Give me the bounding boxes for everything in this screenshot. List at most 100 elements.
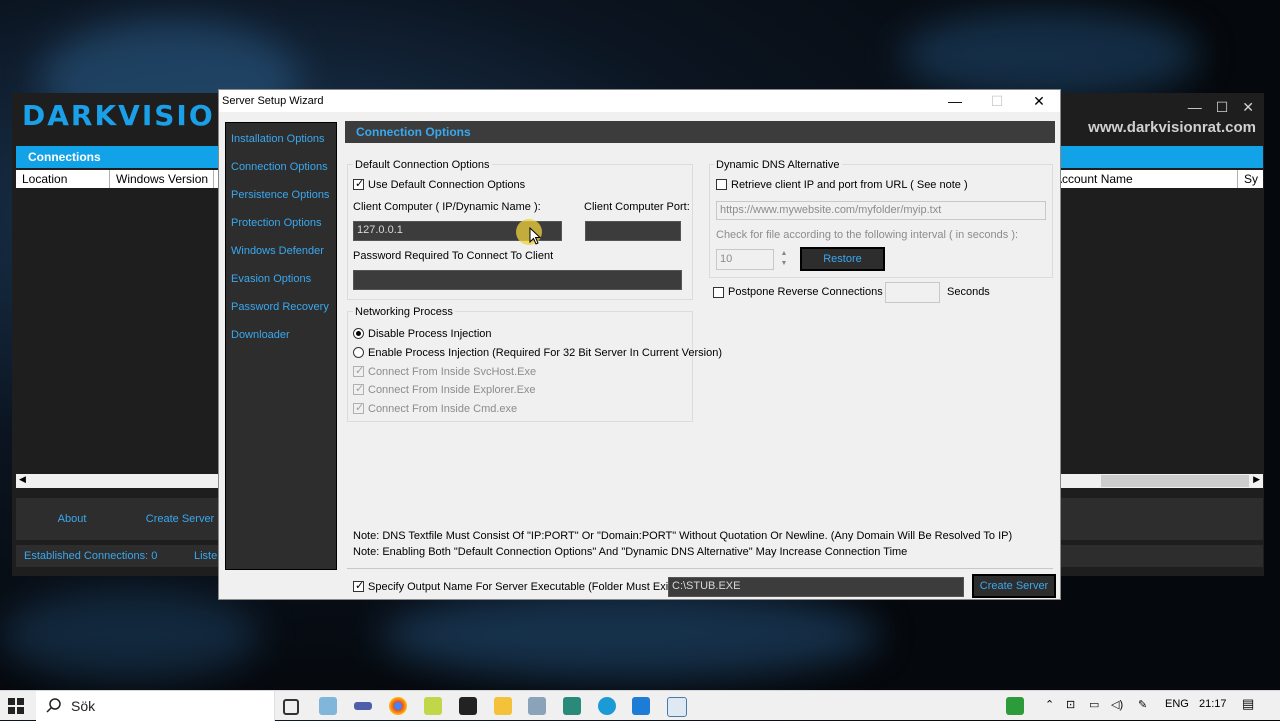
tray-app-icon[interactable] [1006, 697, 1024, 715]
use-default-label: Use Default Connection Options [368, 179, 526, 191]
checkmark-icon: ✓ [355, 580, 365, 592]
restore-button[interactable]: Restore [800, 247, 885, 271]
scroll-left-icon[interactable]: ◀ [19, 474, 26, 485]
postpone-input[interactable] [885, 282, 940, 303]
smoke-decoration [380, 590, 880, 680]
client-computer-label: Client Computer ( IP/Dynamic Name ): [353, 201, 541, 213]
app-icon-1[interactable] [319, 697, 337, 715]
use-default-checkbox[interactable]: ✓ [353, 178, 365, 190]
maximize-icon: ☐ [990, 93, 1004, 109]
explorer-label: Connect From Inside Explorer.Exe [368, 384, 536, 396]
active-window-icon[interactable] [667, 697, 687, 717]
maximize-icon[interactable]: ☐ [1216, 99, 1229, 116]
enable-injection-label: Enable Process Injection (Required For 3… [368, 347, 722, 359]
postpone-label: Postpone Reverse Connections [728, 286, 883, 298]
smoke-decoration [0, 590, 260, 680]
create-server-main-button[interactable]: Create Server [130, 500, 230, 538]
checkmark-icon: ✓ [355, 365, 365, 377]
file-explorer-icon[interactable] [494, 697, 512, 715]
column-header-location[interactable]: Location [16, 170, 110, 188]
client-port-label: Client Computer Port: [584, 201, 690, 213]
dynamic-dns-group-title: Dynamic DNS Alternative [714, 159, 842, 171]
close-icon[interactable]: ✕ [1242, 99, 1254, 116]
explorer-checkbox: ✓ [353, 383, 365, 395]
scrollbar-thumb[interactable] [1101, 475, 1249, 487]
column-header-account-name[interactable]: Account Name [1048, 170, 1238, 188]
client-port-input[interactable] [585, 221, 681, 241]
pen-icon[interactable]: ✎ [1138, 698, 1147, 711]
volume-icon[interactable]: ◁) [1111, 698, 1123, 711]
network-icon[interactable]: ⊡ [1066, 698, 1075, 711]
password-input[interactable] [353, 270, 682, 290]
search-icon [46, 698, 61, 713]
checkmark-icon: ✓ [355, 178, 365, 190]
checkmark-icon: ✓ [355, 383, 365, 395]
app-icon-2[interactable] [354, 702, 372, 710]
wizard-nav: Installation Options Connection Options … [225, 122, 337, 570]
nav-protection-options[interactable]: Protection Options [231, 217, 322, 229]
stepper-down-icon[interactable]: ▼ [777, 259, 791, 269]
windows-taskbar: Sök ⌃ ⊡ ▭ ◁) ✎ ENG 21:17 ▤ [0, 690, 1280, 721]
output-name-input[interactable]: C:\STUB.EXE [668, 577, 964, 597]
stepper-up-icon[interactable]: ▲ [777, 249, 791, 259]
dns-url-input[interactable]: https://www.mywebsite.com/myfolder/myip.… [716, 201, 1046, 220]
dialog-title: Server Setup Wizard [222, 95, 324, 107]
terminal-icon[interactable] [459, 697, 477, 715]
edge-icon[interactable] [598, 697, 616, 715]
nav-persistence-options[interactable]: Persistence Options [231, 189, 329, 201]
disable-injection-radio[interactable] [353, 328, 364, 339]
notepad-icon[interactable] [424, 697, 442, 715]
minimize-icon[interactable]: — [1188, 99, 1202, 116]
language-indicator[interactable]: ENG [1165, 698, 1189, 710]
divider [347, 568, 1053, 569]
output-name-checkbox[interactable]: ✓ [353, 580, 365, 592]
server-setup-wizard-dialog: Server Setup Wizard — ☐ ✕ Installation O… [218, 89, 1061, 600]
nav-password-recovery[interactable]: Password Recovery [231, 301, 329, 313]
close-icon[interactable]: ✕ [1017, 90, 1061, 112]
section-header: Connection Options [345, 121, 1055, 143]
display-icon[interactable]: ▭ [1089, 698, 1099, 711]
interval-stepper[interactable]: ▲ ▼ [777, 249, 791, 270]
app-icon-4[interactable] [563, 697, 581, 715]
store-icon[interactable] [632, 697, 650, 715]
postpone-checkbox[interactable] [713, 287, 724, 298]
nav-downloader[interactable]: Downloader [231, 329, 290, 341]
cmd-checkbox: ✓ [353, 402, 365, 414]
default-connection-group-title: Default Connection Options [353, 159, 492, 171]
note-dns-textfile: Note: DNS Textfile Must Consist Of "IP:P… [353, 530, 1013, 542]
interval-input[interactable]: 10 [716, 249, 774, 270]
task-view-icon[interactable] [283, 699, 299, 715]
retrieve-url-checkbox[interactable] [716, 179, 727, 190]
postpone-unit: Seconds [947, 286, 990, 298]
chevron-up-icon[interactable]: ⌃ [1045, 698, 1054, 711]
nav-connection-options[interactable]: Connection Options [231, 161, 328, 173]
password-label: Password Required To Connect To Client [353, 250, 554, 262]
interval-label: Check for file according to the followin… [716, 229, 1019, 241]
clock[interactable]: 21:17 [1199, 698, 1227, 710]
cmd-label: Connect From Inside Cmd.exe [368, 403, 518, 415]
app-icon-3[interactable] [528, 697, 546, 715]
taskbar-search[interactable]: Sök [36, 691, 275, 721]
chrome-icon[interactable] [389, 697, 407, 715]
minimize-icon[interactable]: — [933, 90, 977, 112]
nav-windows-defender[interactable]: Windows Defender [231, 245, 324, 257]
svchost-label: Connect From Inside SvcHost.Exe [368, 366, 537, 378]
scroll-right-icon[interactable]: ▶ [1253, 474, 1260, 485]
windows-start-icon[interactable] [8, 698, 24, 714]
column-header-windows-version[interactable]: Windows Version [110, 170, 214, 188]
established-connections-status: Established Connections: 0 [24, 550, 158, 562]
nav-evasion-options[interactable]: Evasion Options [231, 273, 311, 285]
output-name-label: Specify Output Name For Server Executabl… [368, 581, 684, 593]
enable-injection-radio[interactable] [353, 347, 364, 358]
nav-installation-options[interactable]: Installation Options [231, 133, 325, 145]
checkmark-icon: ✓ [355, 402, 365, 414]
disable-injection-label: Disable Process Injection [368, 328, 492, 340]
column-header-sy[interactable]: Sy [1238, 170, 1263, 188]
about-button[interactable]: About [16, 500, 128, 538]
create-server-button[interactable]: Create Server [972, 574, 1056, 598]
notification-icon[interactable]: ▤ [1242, 696, 1254, 712]
main-window-buttons: — ☐ ✕ [1188, 99, 1254, 116]
retrieve-url-label: Retrieve client IP and port from URL ( S… [731, 179, 968, 191]
mouse-pointer-icon [529, 227, 541, 245]
svchost-checkbox: ✓ [353, 365, 365, 377]
